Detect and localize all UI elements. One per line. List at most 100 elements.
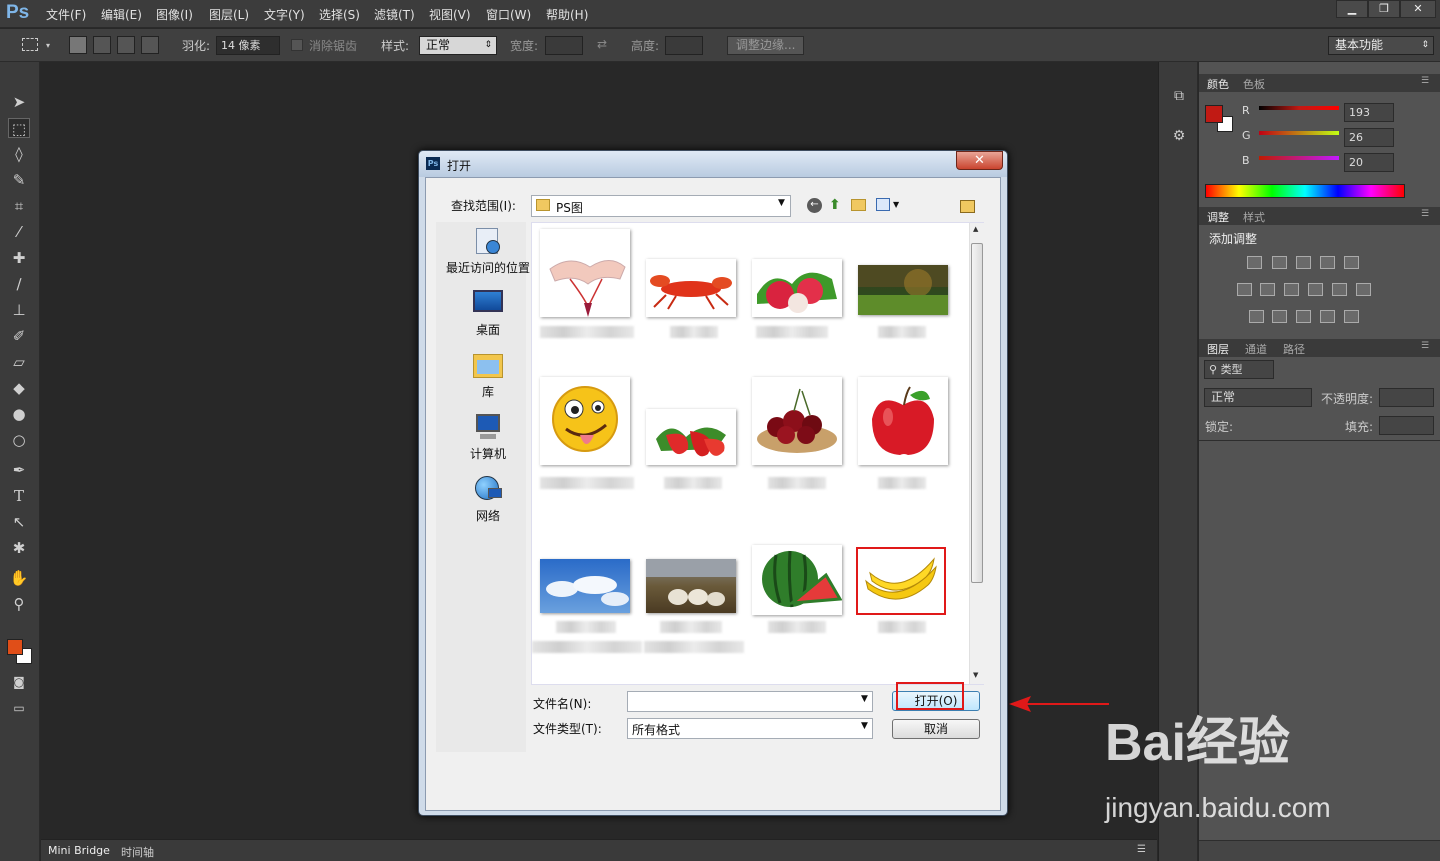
selective-color-icon[interactable] (1320, 310, 1335, 323)
threshold-icon[interactable] (1296, 310, 1311, 323)
dodge-tool-icon[interactable]: ○ (8, 430, 30, 450)
photo-filter-icon[interactable] (1308, 283, 1323, 296)
panel-menu-icon[interactable]: ☰ (1137, 844, 1146, 855)
place-library[interactable]: 库 (440, 350, 536, 400)
menu-layer[interactable]: 图层(L) (209, 6, 249, 23)
place-computer[interactable]: 计算机 (440, 412, 536, 462)
paint-bucket-tool-icon[interactable]: ◆ (8, 378, 30, 398)
pen-tool-icon[interactable]: ✒ (8, 460, 30, 480)
tab-styles[interactable]: 样式 (1243, 209, 1265, 225)
file-thumb-cherries[interactable] (752, 377, 842, 465)
g-slider[interactable] (1259, 131, 1339, 135)
file-thumb-apple[interactable] (858, 377, 948, 465)
properties-panel-icon[interactable]: ⚙ (1169, 128, 1189, 148)
panel-menu-icon[interactable]: ☰ (1421, 341, 1429, 351)
filename-input[interactable]: ▼ (627, 691, 873, 712)
dialog-close-button[interactable]: ✕ (956, 151, 1003, 170)
b-slider[interactable] (1259, 156, 1339, 160)
back-icon[interactable]: ← (807, 198, 822, 213)
new-selection-icon[interactable] (69, 36, 87, 54)
levels-icon[interactable] (1272, 256, 1287, 269)
r-value[interactable]: 193 (1344, 103, 1394, 122)
file-thumb-sky[interactable] (540, 559, 630, 613)
subtract-selection-icon[interactable] (117, 36, 135, 54)
style-select[interactable]: 正常 ⇕ (419, 36, 497, 55)
file-thumb-forest[interactable] (858, 265, 948, 315)
opacity-input[interactable] (1379, 388, 1434, 407)
minimize-button[interactable]: ▁ (1336, 0, 1368, 18)
path-select-tool-icon[interactable]: ↖ (8, 512, 30, 532)
curves-icon[interactable] (1296, 256, 1311, 269)
menu-edit[interactable]: 编辑(E) (101, 6, 142, 23)
place-desktop[interactable]: 桌面 (440, 288, 536, 338)
file-thumb-sheep[interactable] (646, 559, 736, 613)
foreground-color-swatch[interactable] (7, 639, 23, 655)
tab-color[interactable]: 颜色 (1207, 76, 1229, 92)
zoom-tool-icon[interactable]: ⚲ (8, 594, 30, 614)
chevron-down-icon[interactable]: ▾ (46, 41, 50, 50)
file-view-scrollbar[interactable]: ▲ ▼ (969, 223, 984, 684)
menu-image[interactable]: 图像(I) (156, 6, 193, 23)
new-folder-icon[interactable] (851, 199, 866, 211)
cancel-button[interactable]: 取消 (892, 719, 980, 739)
scroll-down-icon[interactable]: ▼ (973, 671, 978, 679)
posterize-icon[interactable] (1272, 310, 1287, 323)
width-input[interactable] (545, 36, 583, 55)
vibrance-icon[interactable] (1344, 256, 1359, 269)
eraser-tool-icon[interactable]: ▱ (8, 352, 30, 372)
workspace-select[interactable]: 基本功能 ⇕ (1328, 36, 1434, 55)
crop-tool-icon[interactable]: ⌗ (8, 196, 30, 216)
chevron-down-icon[interactable]: ▼ (893, 200, 899, 209)
menu-file[interactable]: 文件(F) (46, 6, 86, 23)
color-balance-icon[interactable] (1260, 283, 1275, 296)
lasso-tool-icon[interactable]: ◊ (8, 144, 30, 164)
quick-mask-icon[interactable]: ◙ (8, 672, 30, 692)
hue-saturation-icon[interactable] (1237, 283, 1252, 296)
b-value[interactable]: 20 (1344, 153, 1394, 172)
file-thumb-banana-selected[interactable] (856, 547, 946, 615)
tab-swatches[interactable]: 色板 (1243, 76, 1265, 92)
invert-icon[interactable] (1249, 310, 1264, 323)
close-app-button[interactable]: ✕ (1400, 0, 1436, 18)
r-slider[interactable] (1259, 106, 1339, 110)
up-folder-icon[interactable]: ⬆ (829, 197, 845, 213)
place-network[interactable]: 网络 (440, 474, 536, 524)
refine-edge-button[interactable]: 调整边缘... (727, 36, 805, 55)
gradient-map-icon[interactable] (1344, 310, 1359, 323)
file-thumb-watermelon[interactable] (752, 545, 842, 615)
intersect-selection-icon[interactable] (141, 36, 159, 54)
shape-tool-icon[interactable]: ✱ (8, 538, 30, 558)
blend-mode-select[interactable]: 正常 (1204, 388, 1312, 407)
scrollbar-thumb[interactable] (971, 243, 983, 583)
tab-paths[interactable]: 路径 (1283, 341, 1305, 357)
history-panel-icon[interactable]: ⧉ (1169, 88, 1189, 108)
panel-menu-icon[interactable]: ☰ (1421, 209, 1429, 219)
file-thumb-lychee[interactable] (752, 259, 842, 317)
exposure-icon[interactable] (1320, 256, 1335, 269)
scroll-up-icon[interactable]: ▲ (973, 225, 978, 233)
lookin-select[interactable]: PS图 ▼ (531, 195, 791, 217)
swap-icon[interactable]: ⇄ (597, 37, 607, 51)
menu-type[interactable]: 文字(Y) (264, 6, 305, 23)
layer-kind-filter[interactable]: ⚲ 类型 (1204, 360, 1274, 379)
tab-mini-bridge[interactable]: Mini Bridge (48, 844, 110, 857)
tab-layers[interactable]: 图层 (1207, 341, 1229, 357)
screen-mode-icon[interactable]: ▭ (8, 698, 30, 718)
menu-view[interactable]: 视图(V) (429, 6, 471, 23)
fill-input[interactable] (1379, 416, 1434, 435)
menu-help[interactable]: 帮助(H) (546, 6, 588, 23)
history-brush-tool-icon[interactable]: ✐ (8, 326, 30, 346)
eyedropper-tool-icon[interactable]: ⁄ (8, 222, 30, 242)
color-lookup-icon[interactable] (1356, 283, 1371, 296)
menu-filter[interactable]: 滤镜(T) (374, 6, 415, 23)
menu-select[interactable]: 选择(S) (319, 6, 360, 23)
height-input[interactable] (665, 36, 703, 55)
healing-brush-tool-icon[interactable]: ✚ (8, 248, 30, 268)
color-spectrum-bar[interactable] (1205, 184, 1405, 198)
rect-marquee-tool-icon[interactable]: ⬚ (8, 118, 30, 138)
menu-window[interactable]: 窗口(W) (486, 6, 531, 23)
channel-mixer-icon[interactable] (1332, 283, 1347, 296)
view-menu-icon[interactable] (876, 198, 890, 211)
file-thumb-hands[interactable] (540, 229, 630, 317)
file-thumb-strawberry[interactable] (646, 409, 736, 465)
